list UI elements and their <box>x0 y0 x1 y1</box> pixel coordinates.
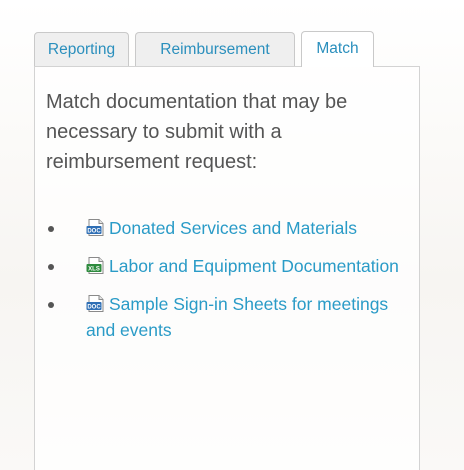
document-link-label: Donated Services and Materials <box>109 218 358 238</box>
document-link-label: Labor and Equipment Documentation <box>109 256 399 276</box>
list-item: DOC Sample Sign-in Sheets for meetings a… <box>35 291 415 343</box>
bullet-icon <box>48 302 54 308</box>
document-link-labor-equipment[interactable]: XLS Labor and Equipment Documentation <box>86 256 399 276</box>
doc-file-icon: DOC <box>86 219 105 236</box>
tab-bar: Reporting Reimbursement Match <box>26 27 432 67</box>
document-link-sign-in-sheets[interactable]: DOC Sample Sign-in Sheets for meetings a… <box>86 294 388 340</box>
doc-file-icon: DOC <box>86 295 105 312</box>
svg-text:XLS: XLS <box>88 267 100 273</box>
page-background: Reporting Reimbursement Match Match docu… <box>0 0 464 470</box>
list-item: DOC Donated Services and Materials <box>35 215 415 241</box>
svg-text:DOC: DOC <box>87 229 101 235</box>
document-list: DOC Donated Services and Materials XLS L… <box>35 215 415 355</box>
xls-file-icon: XLS <box>86 257 105 274</box>
document-link-label: Sample Sign-in Sheets for meetings and e… <box>86 294 389 340</box>
bullet-icon <box>48 264 54 270</box>
tab-reporting[interactable]: Reporting <box>34 32 129 66</box>
tab-match[interactable]: Match <box>301 31 374 67</box>
documents-tab-widget: Reporting Reimbursement Match Match docu… <box>26 27 432 470</box>
tab-reimbursement[interactable]: Reimbursement <box>135 32 295 66</box>
list-item: XLS Labor and Equipment Documentation <box>35 253 415 279</box>
svg-text:DOC: DOC <box>87 305 101 311</box>
tab-panel-match: Match documentation that may be necessar… <box>34 66 420 470</box>
document-link-donated-services[interactable]: DOC Donated Services and Materials <box>86 218 357 238</box>
bullet-icon <box>48 226 54 232</box>
panel-intro-text: Match documentation that may be necessar… <box>46 91 348 173</box>
